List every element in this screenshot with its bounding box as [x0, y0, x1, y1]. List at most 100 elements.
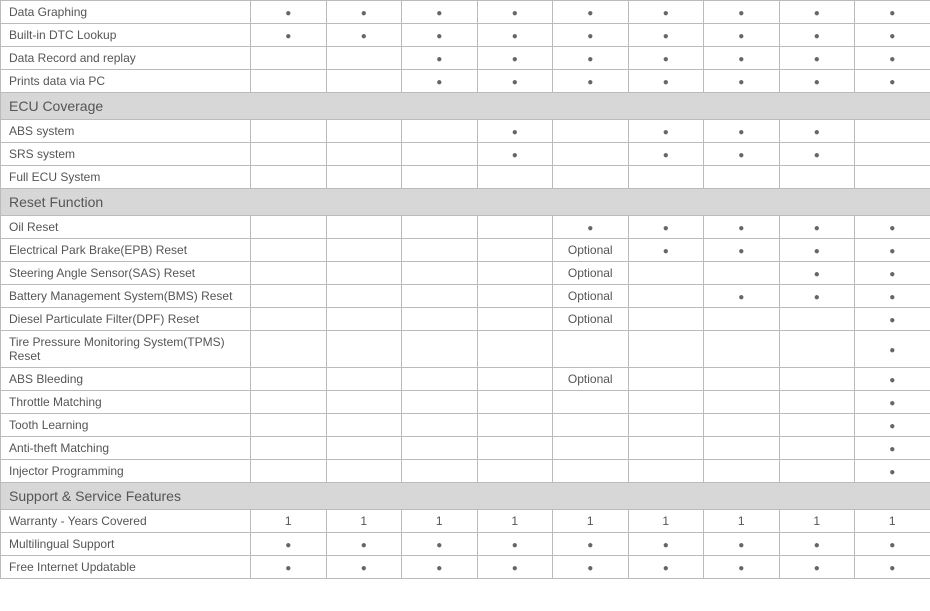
feature-label: Oil Reset: [1, 216, 251, 239]
dot-icon: ●: [587, 563, 593, 574]
dot-icon: ●: [889, 31, 895, 42]
table-cell: [704, 262, 780, 285]
table-cell: [402, 460, 478, 483]
table-cell: ●: [855, 70, 930, 93]
feature-label: Diesel Particulate Filter(DPF) Reset: [1, 308, 251, 331]
dot-icon: ●: [889, 563, 895, 574]
table-cell: ●: [855, 437, 930, 460]
table-cell: [477, 216, 553, 239]
table-cell: ●: [855, 414, 930, 437]
table-cell: [553, 437, 629, 460]
table-cell: [704, 437, 780, 460]
dot-icon: ●: [436, 8, 442, 19]
table-cell: [326, 460, 402, 483]
table-cell: ●: [402, 70, 478, 93]
table-cell: ●: [855, 556, 930, 579]
table-cell: [628, 285, 704, 308]
table-cell: ●: [251, 556, 327, 579]
dot-icon: ●: [814, 8, 820, 19]
dot-icon: ●: [361, 563, 367, 574]
feature-label: Free Internet Updatable: [1, 556, 251, 579]
table-cell: ●: [326, 556, 402, 579]
table-cell: [628, 391, 704, 414]
section-header-cell: Reset Function: [1, 189, 930, 216]
table-cell: ●: [628, 47, 704, 70]
table-cell: ●: [251, 533, 327, 556]
table-cell: ●: [855, 368, 930, 391]
table-cell: ●: [477, 24, 553, 47]
table-cell: [251, 437, 327, 460]
section-header-row: ECU Coverage: [1, 93, 930, 120]
table-cell: [402, 308, 478, 331]
dot-icon: ●: [436, 563, 442, 574]
dot-icon: ●: [814, 127, 820, 138]
table-cell: [402, 216, 478, 239]
table-cell: [402, 143, 478, 166]
table-cell: [477, 262, 553, 285]
table-cell: [326, 437, 402, 460]
table-cell: [855, 143, 930, 166]
table-cell: [855, 120, 930, 143]
dot-icon: ●: [889, 375, 895, 386]
dot-icon: ●: [814, 246, 820, 257]
table-cell: ●: [477, 120, 553, 143]
table-cell: [779, 368, 855, 391]
dot-icon: ●: [889, 54, 895, 65]
dot-icon: ●: [587, 31, 593, 42]
dot-icon: ●: [663, 31, 669, 42]
table-cell: [402, 239, 478, 262]
dot-icon: ●: [587, 540, 593, 551]
dot-icon: ●: [285, 31, 291, 42]
table-cell: 1: [477, 510, 553, 533]
table-cell: ●: [779, 143, 855, 166]
feature-label: Throttle Matching: [1, 391, 251, 414]
section-header-cell: ECU Coverage: [1, 93, 930, 120]
table-cell: ●: [704, 120, 780, 143]
table-cell: ●: [326, 24, 402, 47]
table-cell: ●: [477, 533, 553, 556]
dot-icon: ●: [889, 246, 895, 257]
table-cell: [704, 166, 780, 189]
table-row: Prints data via PC●●●●●●●: [1, 70, 930, 93]
table-cell: [326, 120, 402, 143]
table-cell: [628, 331, 704, 368]
dot-icon: ●: [814, 563, 820, 574]
table-cell: ●: [855, 460, 930, 483]
table-cell: [402, 285, 478, 308]
dot-icon: ●: [738, 31, 744, 42]
dot-icon: ●: [361, 540, 367, 551]
dot-icon: ●: [512, 150, 518, 161]
table-row: Multilingual Support●●●●●●●●●: [1, 533, 930, 556]
table-cell: ●: [628, 24, 704, 47]
table-cell: ●: [402, 533, 478, 556]
table-cell: [628, 437, 704, 460]
dot-icon: ●: [738, 292, 744, 303]
table-cell: ●: [704, 70, 780, 93]
table-row: Data Record and replay●●●●●●●: [1, 47, 930, 70]
table-cell: [251, 414, 327, 437]
table-cell: [553, 166, 629, 189]
dot-icon: ●: [814, 31, 820, 42]
table-cell: 1: [251, 510, 327, 533]
feature-label: Warranty - Years Covered: [1, 510, 251, 533]
table-cell: ●: [704, 143, 780, 166]
table-cell: Optional: [553, 239, 629, 262]
table-cell: ●: [402, 47, 478, 70]
dot-icon: ●: [889, 398, 895, 409]
table-row: Built-in DTC Lookup●●●●●●●●●: [1, 24, 930, 47]
table-cell: [402, 391, 478, 414]
feature-label: Prints data via PC: [1, 70, 251, 93]
table-cell: [326, 262, 402, 285]
table-cell: ●: [628, 1, 704, 24]
table-cell: ●: [704, 47, 780, 70]
table-cell: ●: [251, 24, 327, 47]
table-cell: ●: [855, 331, 930, 368]
table-cell: [402, 414, 478, 437]
table-cell: ●: [704, 239, 780, 262]
dot-icon: ●: [663, 127, 669, 138]
feature-label: Tire Pressure Monitoring System(TPMS) Re…: [1, 331, 251, 368]
dot-icon: ●: [663, 150, 669, 161]
table-cell: ●: [553, 47, 629, 70]
feature-label: Battery Management System(BMS) Reset: [1, 285, 251, 308]
table-cell: ●: [779, 533, 855, 556]
